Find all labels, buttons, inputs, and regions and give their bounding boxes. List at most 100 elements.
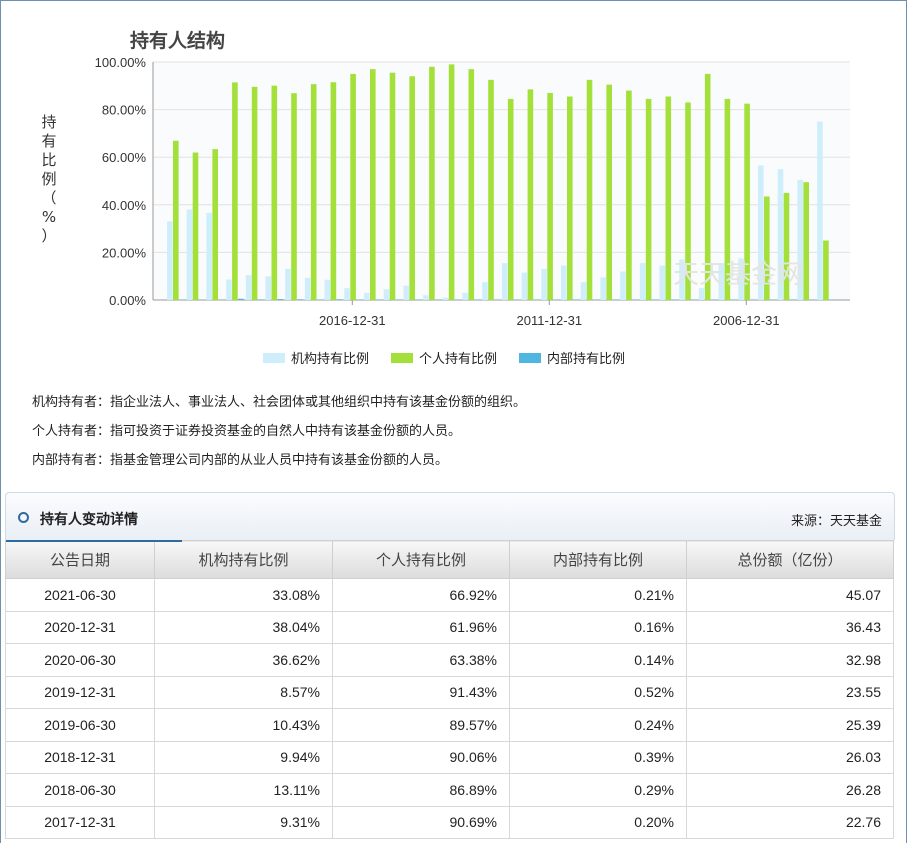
x-tick-label: 2016-12-31 (319, 313, 386, 328)
chart-title: 持有人结构 (130, 29, 225, 52)
cell-total-shares: 26.28 (686, 773, 894, 807)
y-axis-label-char: 比 (41, 151, 56, 169)
y-axis-label-char: 有 (41, 132, 56, 150)
cell-date: 2018-06-30 (5, 773, 155, 807)
cell-internal: 0.52% (509, 675, 687, 709)
cell-total-shares: 25.39 (686, 708, 894, 742)
bar-institution (186, 209, 193, 300)
cell-institution: 33.08% (154, 578, 333, 612)
cell-individual: 90.69% (332, 805, 510, 839)
definition-individual: 个人持有者：指可投资于证券投资基金的自然人中持有该基金份额的人员。 (32, 424, 462, 439)
bar-institution (541, 269, 547, 300)
col-individual[interactable]: 个人持有比例 (332, 540, 510, 579)
bar-individual (330, 82, 337, 300)
cell-date: 2020-06-30 (5, 643, 155, 677)
legend-label: 机构持有比例 (291, 352, 369, 367)
cell-date: 2020-12-31 (5, 610, 155, 644)
cell-individual: 91.43% (332, 675, 510, 709)
y-tick-label: 80.00% (102, 103, 147, 118)
bar-individual (488, 79, 494, 300)
cell-individual: 90.06% (332, 740, 510, 774)
bar-individual (173, 140, 179, 300)
bar-internal (277, 299, 284, 300)
table-header-row: 公告日期 机构持有比例 个人持有比例 内部持有比例 总份额（亿份） (5, 540, 894, 579)
bar-institution (501, 263, 508, 300)
bar-individual (665, 96, 672, 300)
bar-institution (403, 285, 409, 300)
holder-detail-table: 公告日期 机构持有比例 个人持有比例 内部持有比例 总份额（亿份） 2021-0… (5, 540, 894, 839)
bar-institution (245, 275, 252, 300)
bar-individual (468, 69, 475, 300)
legend-swatch (263, 353, 285, 363)
y-tick-label: 0.00% (109, 293, 146, 308)
col-date[interactable]: 公告日期 (5, 540, 155, 579)
bar-individual (507, 98, 514, 300)
bar-individual (251, 86, 258, 301)
bar-institution (285, 268, 291, 300)
col-internal[interactable]: 内部持有比例 (509, 540, 687, 579)
cell-individual: 89.57% (332, 708, 510, 742)
y-tick-label: 20.00% (102, 245, 147, 260)
bar-institution (442, 297, 449, 300)
bar-individual (803, 182, 809, 300)
cell-institution: 9.94% (154, 740, 333, 774)
cell-individual: 63.38% (332, 643, 510, 677)
cell-institution: 10.43% (154, 708, 333, 742)
table-row: 2017-12-31 9.31% 90.69% 0.20% 22.76 (5, 805, 894, 839)
definition-institution: 机构持有者：指企业法人、事业法人、社会团体或其他组织中持有该基金份额的组织。 (32, 395, 527, 410)
table-row: 2020-06-30 36.62% 63.38% 0.14% 32.98 (5, 643, 894, 677)
cell-total-shares: 32.98 (686, 643, 894, 677)
y-tick-label: 40.00% (102, 198, 147, 213)
bar-individual (291, 93, 297, 300)
chart-svg: 持有人结构 100.00% 80.00% 60.00% 40.00% 20.00% 0.00… (41, 29, 850, 367)
bar-individual (823, 240, 829, 300)
y-axis-label-char: 例 (41, 170, 56, 188)
holder-structure-chart: 持有人结构 100.00% 80.00% 60.00% 40.00% 20.00% 0.00… (0, 0, 907, 380)
section-header: 持有人变动详情 来源：天天基金 (5, 492, 895, 542)
bar-institution (226, 279, 232, 300)
legend-swatch (391, 353, 413, 363)
bar-institution (462, 292, 469, 300)
bar-institution (324, 279, 331, 300)
y-axis-label-char: 持 (41, 113, 56, 131)
bar-individual (547, 92, 553, 300)
legend-label: 个人持有比例 (419, 352, 497, 367)
bar-institution (561, 265, 567, 300)
bar-institution (639, 263, 646, 300)
bar-individual (645, 98, 652, 300)
holder-detail-section: 持有人变动详情 来源：天天基金 公告日期 机构持有比例 个人持有比例 内部持有比… (5, 492, 895, 843)
cell-individual: 66.92% (332, 578, 510, 612)
table-row: 2019-12-31 8.57% 91.43% 0.52% 23.55 (5, 675, 894, 709)
section-title: 持有人变动详情 (40, 512, 138, 528)
definition-internal: 内部持有者：指基金管理公司内部的从业人员中持有该基金份额的人员。 (32, 453, 449, 468)
y-axis-label-char: ） (41, 227, 56, 245)
y-axis-label-char: （ (41, 189, 56, 207)
col-total-shares[interactable]: 总份额（亿份） (686, 540, 894, 579)
x-tick-label: 2011-12-31 (517, 313, 583, 328)
bar-individual (310, 84, 317, 300)
cell-internal: 0.16% (509, 610, 687, 644)
bar-individual (527, 89, 534, 301)
cell-total-shares: 26.03 (686, 740, 894, 774)
bar-institution (620, 271, 626, 300)
table-row: 2020-12-31 38.04% 61.96% 0.16% 36.43 (5, 610, 894, 644)
cell-date: 2018-12-31 (5, 740, 155, 774)
bar-individual (409, 76, 415, 300)
bar-individual (232, 82, 238, 300)
legend-label: 内部持有比例 (547, 351, 625, 367)
cell-total-shares: 45.07 (686, 578, 894, 612)
cell-internal: 0.20% (509, 805, 687, 839)
bar-institution (817, 121, 823, 300)
bar-institution (423, 295, 429, 300)
cell-institution: 36.62% (154, 643, 333, 677)
bar-internal (336, 299, 343, 300)
bar-institution (482, 282, 488, 300)
cell-internal: 0.39% (509, 740, 687, 774)
col-institution[interactable]: 机构持有比例 (154, 540, 333, 579)
bar-institution (383, 289, 390, 300)
y-axis-label-char: % (42, 208, 56, 226)
source-label: 来源：天天基金 (790, 514, 882, 529)
bar-individual (192, 152, 199, 300)
bar-institution (344, 288, 350, 300)
bar-institution (659, 265, 666, 300)
